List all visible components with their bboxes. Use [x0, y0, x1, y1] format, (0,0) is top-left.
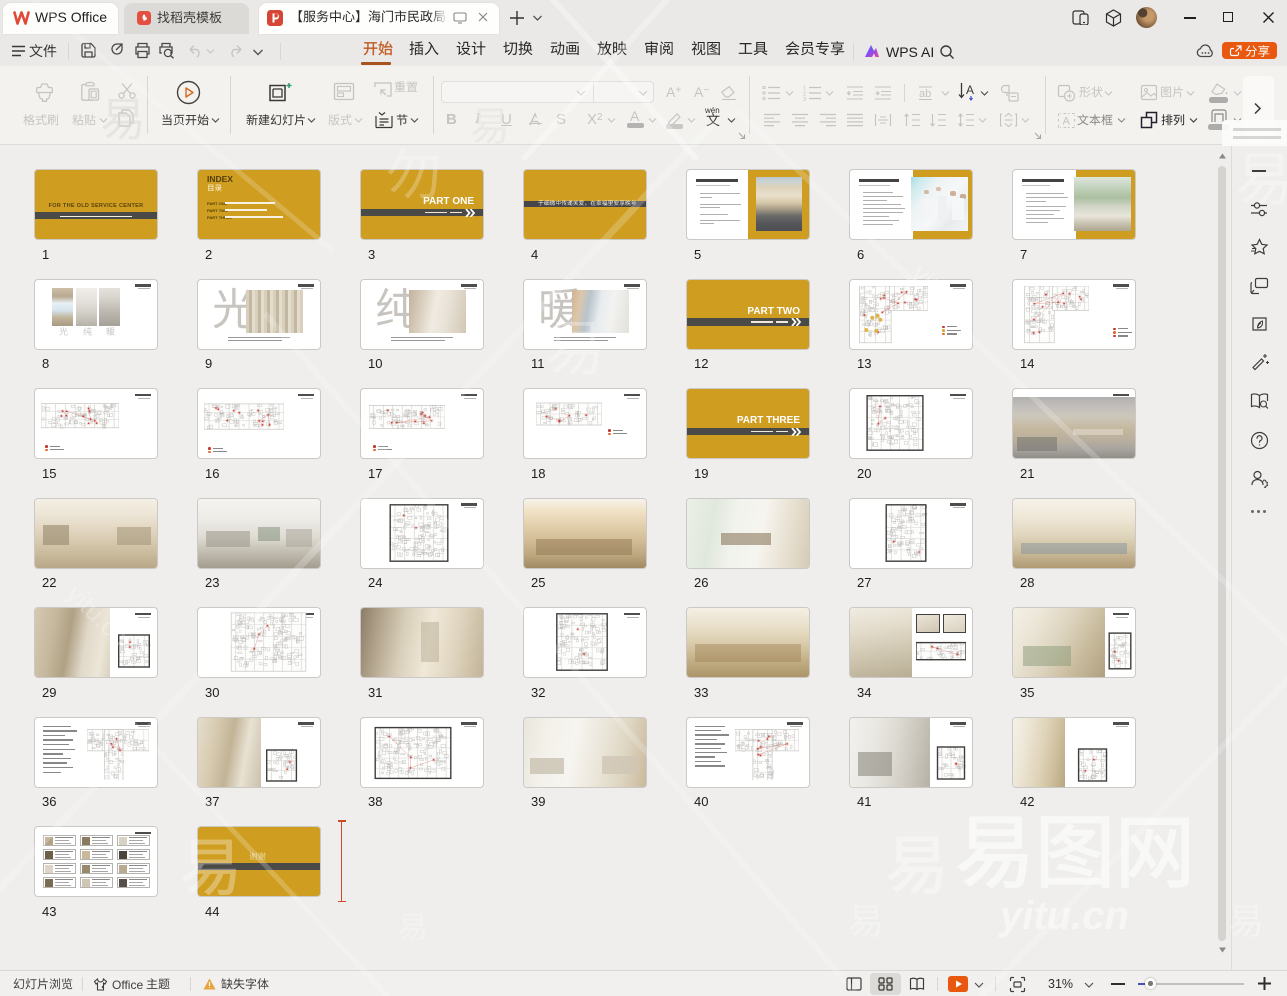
svg-text:A: A: [966, 83, 974, 97]
svg-text:A: A: [1063, 116, 1071, 128]
svg-text:ab: ab: [919, 88, 931, 100]
svg-text:3: 3: [803, 97, 806, 101]
